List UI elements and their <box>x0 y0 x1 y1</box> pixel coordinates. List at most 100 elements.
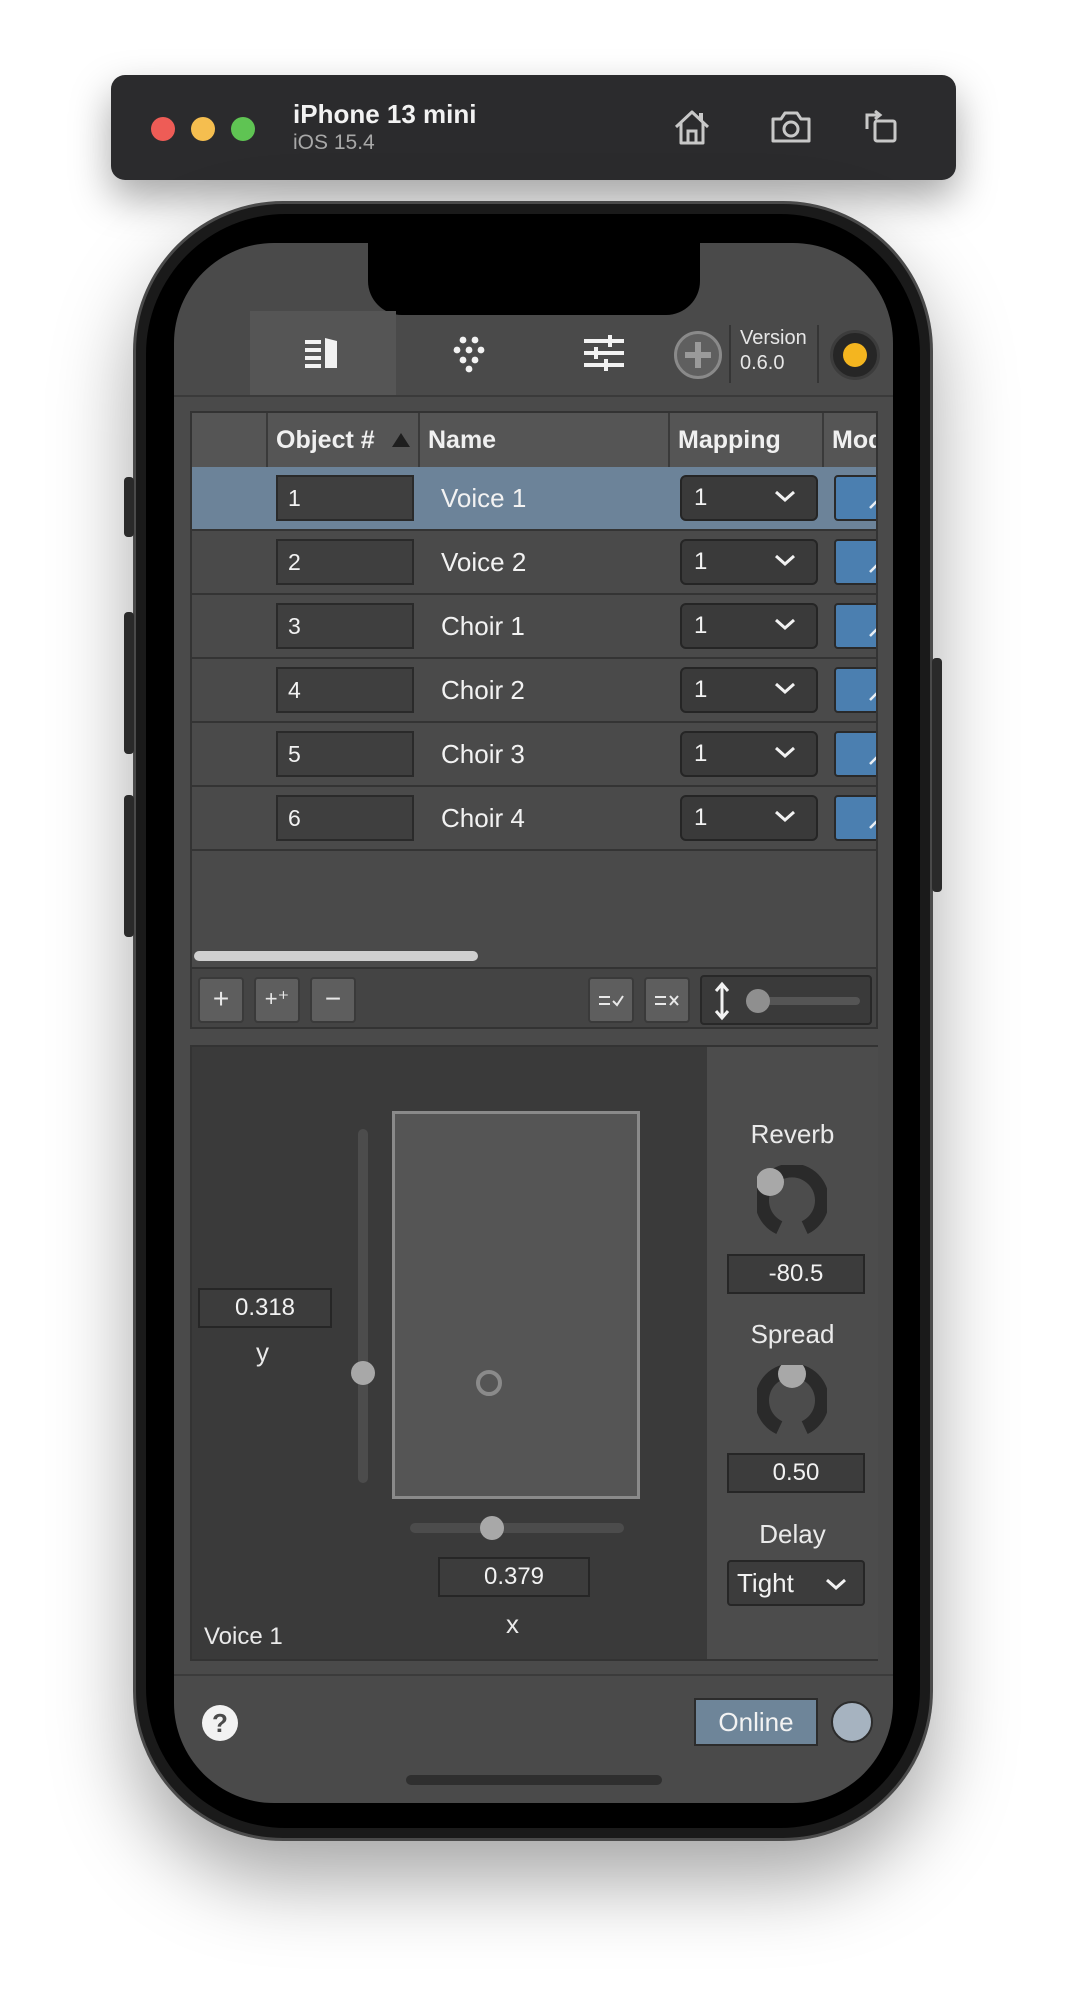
os-version: iOS 15.4 <box>293 131 375 154</box>
object-number-field[interactable]: 1 <box>276 475 414 521</box>
object-number-field[interactable]: 5 <box>276 731 414 777</box>
object-detail-panel: 0.318 y 0.379 x Voice 1 Reverb -80.5 Spr… <box>190 1045 878 1661</box>
xy-position-pad[interactable] <box>392 1111 640 1499</box>
object-name[interactable]: Voice 2 <box>441 531 526 593</box>
horizontal-scrollbar[interactable] <box>194 951 478 961</box>
spread-value-field[interactable]: 0.50 <box>727 1453 865 1493</box>
column-header-mapping[interactable]: Mapping <box>670 413 824 467</box>
remove-row-button[interactable]: − <box>310 977 356 1023</box>
toolbar-separator <box>817 325 819 383</box>
mapping-select[interactable]: 1 <box>680 539 818 585</box>
chevron-down-icon <box>775 618 795 631</box>
table-toolbar: + +⁺ − <box>192 967 876 1027</box>
y-slider-thumb[interactable] <box>351 1361 375 1385</box>
camera-icon <box>771 111 811 143</box>
mapping-value: 1 <box>694 676 708 703</box>
help-button[interactable]: ? <box>202 1705 238 1741</box>
deselect-all-icon <box>655 995 679 1006</box>
minimize-window-button[interactable] <box>191 117 215 141</box>
select-all-button[interactable] <box>588 977 634 1023</box>
online-toggle-button[interactable]: Online <box>694 1698 818 1746</box>
home-button[interactable] <box>668 103 716 151</box>
row-height-slider-thumb[interactable] <box>746 989 770 1013</box>
table-row[interactable]: 1 Voice 1 1 <box>192 467 876 531</box>
mode-button[interactable] <box>834 731 876 777</box>
delay-mode-value: Tight <box>737 1568 794 1598</box>
delay-mode-select[interactable]: Tight <box>727 1560 865 1606</box>
reverb-knob[interactable] <box>757 1165 827 1235</box>
app-screen: Version 0.6.0 Object # Name Mapping Mode… <box>174 243 893 1803</box>
column-header-mode[interactable]: Mode <box>824 413 876 467</box>
zoom-window-button[interactable] <box>231 117 255 141</box>
object-number-field[interactable]: 3 <box>276 603 414 649</box>
y-slider-track[interactable] <box>358 1129 368 1483</box>
table-row[interactable]: 6 Choir 4 1 <box>192 787 876 851</box>
home-indicator[interactable] <box>406 1775 662 1785</box>
mode-button[interactable] <box>834 539 876 585</box>
object-table: Object # Name Mapping Mode 1 Voice 1 1 2 Voi… <box>190 411 878 1029</box>
screenshot-button[interactable] <box>767 103 815 151</box>
mode-button[interactable] <box>834 475 876 521</box>
effects-column: Reverb -80.5 Spread 0.50 Delay Tight <box>707 1047 878 1659</box>
mapping-select[interactable]: 1 <box>680 603 818 649</box>
object-name[interactable]: Choir 4 <box>441 787 525 849</box>
rotate-button[interactable] <box>857 103 905 151</box>
column-header-object-number[interactable]: Object # <box>268 413 420 467</box>
chevron-down-icon <box>826 1578 846 1591</box>
object-name[interactable]: Choir 1 <box>441 595 525 657</box>
chevron-down-icon <box>775 682 795 695</box>
notch <box>368 243 700 315</box>
add-object-button[interactable] <box>674 331 722 379</box>
online-status-indicator <box>831 1701 873 1743</box>
object-name[interactable]: Choir 3 <box>441 723 525 785</box>
table-row[interactable]: 4 Choir 2 1 <box>192 659 876 723</box>
mode-button[interactable] <box>834 667 876 713</box>
tab-space[interactable] <box>396 311 542 395</box>
x-value-field[interactable]: 0.379 <box>438 1557 590 1597</box>
object-number-field[interactable]: 4 <box>276 667 414 713</box>
column-header-name[interactable]: Name <box>420 413 670 467</box>
x-axis-label: x <box>506 1609 519 1639</box>
table-row[interactable]: 3 Choir 1 1 <box>192 595 876 659</box>
arrow-up-right-icon <box>869 490 876 509</box>
reverb-label: Reverb <box>750 1119 835 1149</box>
mapping-value: 1 <box>694 740 708 767</box>
object-number-field[interactable]: 6 <box>276 795 414 841</box>
chevron-down-icon <box>775 810 795 823</box>
object-name[interactable]: Choir 2 <box>441 659 525 721</box>
y-value-field[interactable]: 0.318 <box>198 1288 332 1328</box>
spread-knob[interactable] <box>757 1365 827 1435</box>
delay-label: Delay <box>759 1519 826 1549</box>
vertical-resize-icon <box>714 981 730 1021</box>
mapping-select[interactable]: 1 <box>680 667 818 713</box>
position-marker[interactable] <box>476 1370 502 1396</box>
object-name[interactable]: Voice 1 <box>441 467 526 529</box>
x-slider-track[interactable] <box>410 1523 624 1533</box>
column-header-label: Object # <box>276 426 375 454</box>
arrow-up-right-icon <box>869 810 876 829</box>
chevron-down-icon <box>775 554 795 567</box>
volume-up-button <box>124 612 134 754</box>
add-multiple-rows-button[interactable]: +⁺ <box>254 977 300 1023</box>
arrow-up-right-icon <box>869 682 876 701</box>
mode-button[interactable] <box>834 795 876 841</box>
tab-settings[interactable] <box>542 311 666 395</box>
mapping-select[interactable]: 1 <box>680 475 818 521</box>
chevron-down-icon <box>775 490 795 503</box>
deselect-all-button[interactable] <box>644 977 690 1023</box>
object-number-field[interactable]: 2 <box>276 539 414 585</box>
x-slider-thumb[interactable] <box>480 1516 504 1540</box>
mapping-select[interactable]: 1 <box>680 731 818 777</box>
close-window-button[interactable] <box>151 117 175 141</box>
table-row[interactable]: 2 Voice 2 1 <box>192 531 876 595</box>
mapping-value: 1 <box>694 804 708 831</box>
mapping-select[interactable]: 1 <box>680 795 818 841</box>
reverb-value-field[interactable]: -80.5 <box>727 1254 865 1294</box>
add-row-button[interactable]: + <box>198 977 244 1023</box>
connection-status-indicator[interactable] <box>830 330 880 380</box>
select-all-icon <box>599 995 624 1007</box>
mode-button[interactable] <box>834 603 876 649</box>
plus-icon <box>685 342 711 368</box>
tab-objects[interactable] <box>250 311 396 395</box>
table-row[interactable]: 5 Choir 3 1 <box>192 723 876 787</box>
